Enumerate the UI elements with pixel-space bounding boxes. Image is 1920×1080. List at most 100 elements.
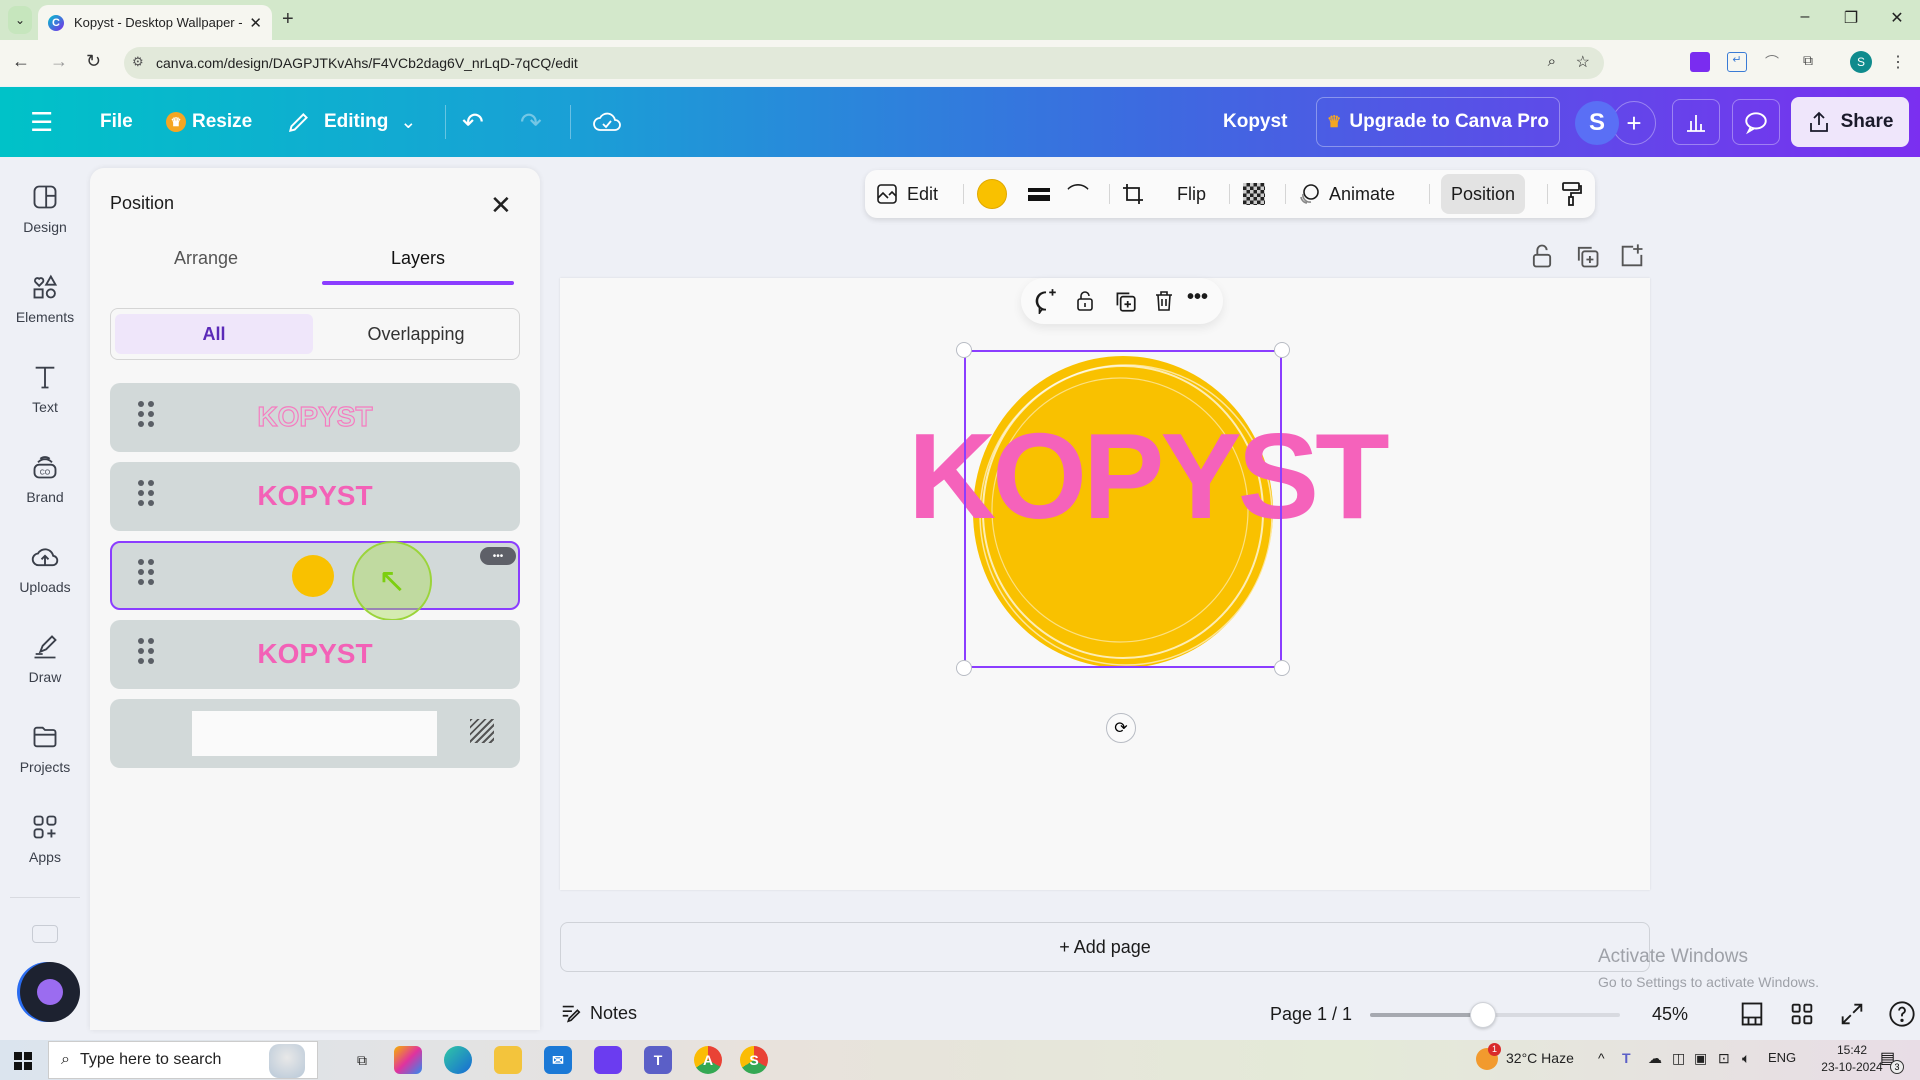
sidebar-item-apps[interactable]: Apps	[0, 799, 90, 879]
sidebar-item-uploads[interactable]: Uploads	[0, 529, 90, 609]
forward-icon[interactable]: →	[50, 51, 68, 72]
add-page-button[interactable]: + Add page	[560, 922, 1650, 972]
more-options-icon[interactable]: •••	[1187, 286, 1208, 309]
crop-button[interactable]	[1121, 170, 1145, 218]
zoom-lens-icon[interactable]: ⌕	[1548, 53, 1556, 70]
layer-item-background[interactable]	[110, 699, 520, 768]
help-icon[interactable]	[1888, 1000, 1916, 1028]
address-bar[interactable]: ⚙ canva.com/design/DAGPJTKvAhs/F4VCb2dag…	[124, 47, 1604, 79]
resize-handle-bottom-left[interactable]	[956, 660, 972, 676]
magic-media-icon[interactable]	[32, 925, 58, 943]
sidebar-item-elements[interactable]: Elements	[0, 259, 90, 339]
add-page-icon[interactable]	[1618, 242, 1646, 270]
border-style-button[interactable]	[1025, 170, 1053, 218]
network-icon[interactable]: ⊡	[1718, 1050, 1730, 1067]
file-menu-button[interactable]: File	[100, 87, 133, 157]
new-tab-button[interactable]: +	[282, 8, 294, 31]
sidebar-item-projects[interactable]: Projects	[0, 709, 90, 789]
site-settings-icon[interactable]: ⚙	[132, 54, 144, 70]
teams-icon[interactable]: T	[644, 1046, 672, 1074]
minimize-button[interactable]: –	[1790, 8, 1820, 26]
restore-button[interactable]: ❐	[1836, 8, 1866, 28]
resize-button[interactable]: ♛ Resize	[166, 87, 252, 157]
power-automate-icon[interactable]	[594, 1046, 622, 1074]
share-button[interactable]: Share	[1791, 97, 1909, 147]
animate-button[interactable]: Animate	[1297, 170, 1395, 218]
page-indicator[interactable]: Page 1 / 1	[1270, 1004, 1352, 1025]
drag-handle-icon[interactable]	[138, 559, 154, 589]
onedrive-icon[interactable]: ☁	[1648, 1050, 1662, 1067]
taskbar-search-box[interactable]: ⌕ Type here to search	[48, 1041, 318, 1079]
teams-tray-icon[interactable]: T	[1622, 1050, 1631, 1066]
editing-mode-dropdown[interactable]: Editing ⌄	[286, 87, 416, 157]
sidebar-item-draw[interactable]: Draw	[0, 619, 90, 699]
reload-icon[interactable]: ↻	[86, 51, 101, 72]
language-indicator[interactable]: ENG	[1768, 1050, 1796, 1065]
edge-browser-icon[interactable]	[444, 1046, 472, 1074]
add-comment-icon[interactable]	[1033, 288, 1059, 314]
comments-button[interactable]	[1732, 99, 1780, 145]
sidebar-item-brand[interactable]: CO Brand	[0, 439, 90, 519]
extension-arc-icon[interactable]: ⌒	[1762, 52, 1782, 72]
unlock-icon[interactable]	[1073, 288, 1097, 314]
corner-rounding-icon[interactable]: ⌒	[1067, 170, 1089, 218]
layer-item-selected[interactable]: ↖ •••	[110, 541, 520, 621]
window-close-button[interactable]: ✕	[1882, 8, 1912, 28]
resize-handle-top-right[interactable]	[1274, 342, 1290, 358]
tab-layers[interactable]: Layers	[322, 238, 514, 278]
tab-arrange[interactable]: Arrange	[110, 238, 302, 278]
user-avatar[interactable]: S	[1575, 101, 1619, 145]
chrome-profile-a-icon[interactable]: A	[694, 1046, 722, 1074]
zoom-slider[interactable]	[1370, 1002, 1620, 1028]
browser-tab-active[interactable]: C Kopyst - Desktop Wallpaper - C ✕	[38, 5, 272, 40]
redo-icon[interactable]: ↷	[520, 87, 542, 157]
tab-close-icon[interactable]: ✕	[249, 14, 262, 32]
display-icon[interactable]: ▣	[1694, 1050, 1707, 1067]
extension-doc-icon[interactable]: ↵	[1727, 52, 1747, 72]
windows-start-icon[interactable]	[14, 1052, 32, 1070]
zoom-percentage[interactable]: 45%	[1652, 1004, 1688, 1025]
extension-purple-icon[interactable]	[1690, 52, 1710, 72]
layer-item[interactable]: KOPYST	[110, 620, 520, 689]
canva-assistant-button[interactable]	[20, 962, 80, 1022]
chrome-profile-s-icon[interactable]: S	[740, 1046, 768, 1074]
edit-image-button[interactable]: Edit	[875, 170, 938, 218]
notes-button[interactable]: Notes	[560, 1002, 637, 1024]
duplicate-page-icon[interactable]	[1573, 242, 1601, 270]
copilot-icon[interactable]	[394, 1046, 422, 1074]
camera-icon[interactable]: ◫	[1672, 1050, 1685, 1067]
transparency-button[interactable]	[1243, 170, 1265, 218]
grid-view-icon[interactable]	[1788, 1000, 1816, 1028]
volume-icon[interactable]: 🔈︎	[1742, 1050, 1750, 1067]
color-picker-button[interactable]	[977, 170, 1007, 218]
tab-search-button[interactable]: ⌄	[8, 6, 32, 34]
flip-button[interactable]: Flip	[1177, 170, 1206, 218]
filter-overlapping-button[interactable]: Overlapping	[317, 314, 515, 354]
task-view-icon[interactable]: ⧉	[348, 1046, 376, 1074]
duplicate-icon[interactable]	[1112, 288, 1138, 314]
layer-item[interactable]: KOPYST	[110, 462, 520, 531]
fullscreen-icon[interactable]	[1838, 1000, 1866, 1028]
close-icon[interactable]: ✕	[490, 190, 512, 221]
show-hidden-icons-icon[interactable]: ^	[1598, 1050, 1605, 1066]
resize-handle-top-left[interactable]	[956, 342, 972, 358]
file-explorer-icon[interactable]	[494, 1046, 522, 1074]
mail-icon[interactable]: ✉	[544, 1046, 572, 1074]
layer-more-options-button[interactable]: •••	[480, 547, 516, 565]
delete-trash-icon[interactable]	[1152, 288, 1176, 314]
sidebar-item-text[interactable]: Text	[0, 349, 90, 429]
resize-handle-bottom-right[interactable]	[1274, 660, 1290, 676]
extensions-puzzle-icon[interactable]: ⧉	[1798, 52, 1818, 72]
zoom-slider-thumb[interactable]	[1469, 1002, 1496, 1028]
bookmark-star-icon[interactable]: ☆	[1576, 52, 1590, 72]
rotate-handle-icon[interactable]: ⟳	[1106, 713, 1136, 743]
position-button[interactable]: Position	[1441, 174, 1526, 214]
copy-style-button[interactable]	[1559, 170, 1583, 218]
layer-item[interactable]: KOPYST	[110, 383, 520, 452]
upgrade-pro-button[interactable]: ♛ Upgrade to Canva Pro	[1316, 97, 1560, 147]
weather-text[interactable]: 32°C Haze	[1506, 1050, 1574, 1066]
lock-page-icon[interactable]	[1528, 242, 1556, 270]
undo-icon[interactable]: ↶	[462, 87, 484, 157]
filter-all-button[interactable]: All	[115, 314, 313, 354]
document-title[interactable]: Kopyst	[1223, 87, 1287, 157]
